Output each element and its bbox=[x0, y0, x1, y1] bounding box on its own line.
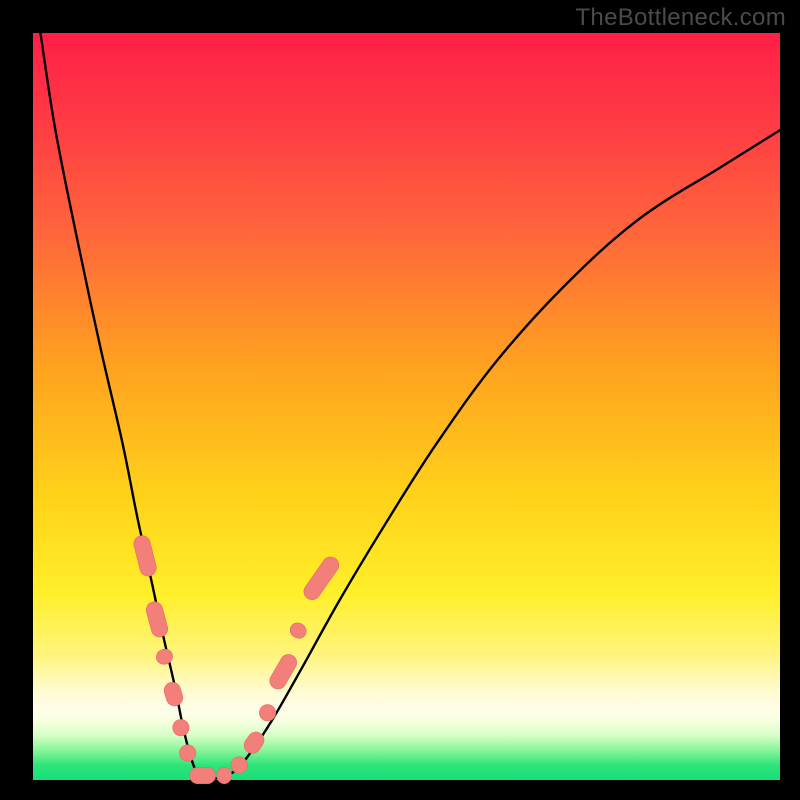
chart-frame: TheBottleneck.com bbox=[0, 0, 800, 800]
marker-pill bbox=[217, 767, 232, 783]
marker-pill bbox=[287, 620, 309, 641]
watermark-text: TheBottleneck.com bbox=[575, 4, 786, 32]
marker-pill bbox=[171, 717, 192, 738]
marker-pill bbox=[267, 651, 300, 692]
marker-pill bbox=[256, 702, 278, 724]
marker-pill bbox=[155, 647, 175, 666]
marker-pill bbox=[177, 742, 198, 763]
marker-pill bbox=[162, 680, 185, 708]
curve-layer bbox=[33, 33, 780, 780]
marker-pill bbox=[144, 600, 169, 639]
bottleneck-curve bbox=[40, 33, 780, 779]
marker-layer bbox=[132, 534, 342, 784]
marker-pill bbox=[190, 767, 216, 783]
marker-pill bbox=[132, 534, 158, 578]
marker-pill bbox=[301, 554, 342, 603]
